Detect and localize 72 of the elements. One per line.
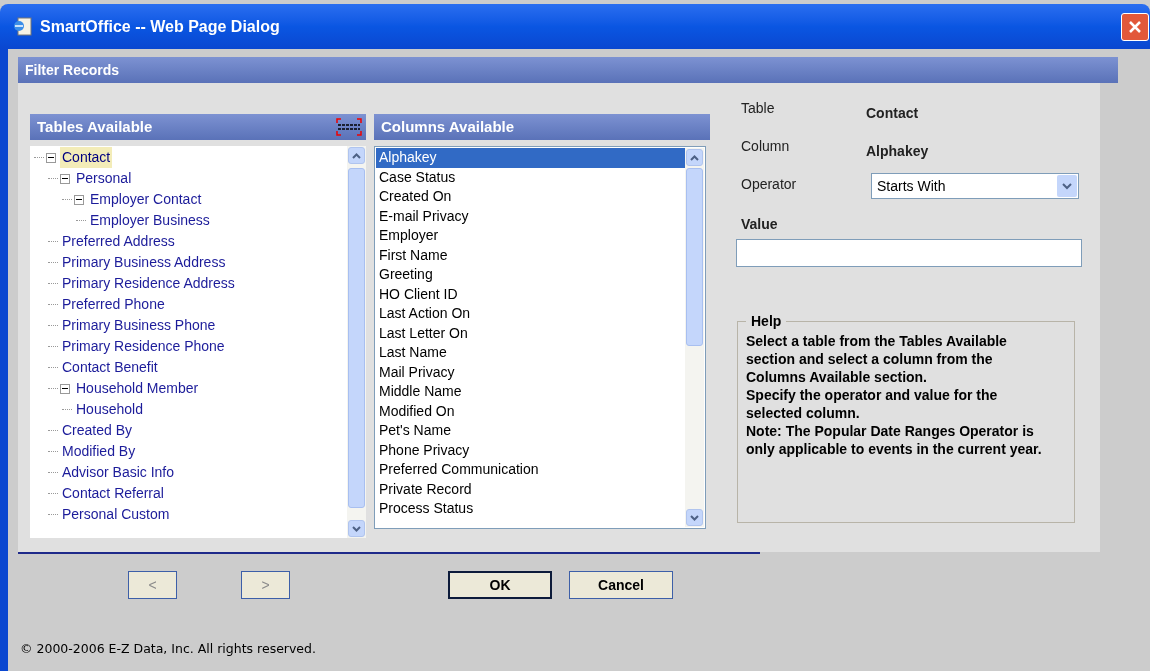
list-item[interactable]: Greeting xyxy=(376,265,685,285)
scroll-thumb[interactable] xyxy=(348,168,365,508)
list-item[interactable]: First Name xyxy=(376,245,685,265)
dialog-button[interactable]: OK xyxy=(448,571,552,599)
scroll-thumb[interactable] xyxy=(686,168,703,346)
tree-item[interactable]: Household Member xyxy=(74,378,201,399)
collapse-icon[interactable] xyxy=(60,173,70,184)
field-value: Contact xyxy=(866,104,919,123)
tree-item[interactable]: Household xyxy=(74,399,145,420)
tree-item[interactable]: Personal Custom xyxy=(60,504,172,525)
value-label: Value xyxy=(740,215,779,234)
tree-item[interactable]: Employer Business xyxy=(88,210,212,231)
list-item[interactable]: Phone Privacy xyxy=(376,440,685,460)
operator-dropdown[interactable]: Starts With xyxy=(871,173,1079,199)
tree-item[interactable]: Personal xyxy=(74,168,134,189)
list-item[interactable]: Pet's Name xyxy=(376,421,685,441)
close-icon xyxy=(1128,19,1142,34)
list-item[interactable]: Modified On xyxy=(376,401,685,421)
tree-item[interactable]: Primary Residence Phone xyxy=(60,336,227,357)
help-text: Specify the operator and value for the selected column. xyxy=(746,386,999,422)
document-icon xyxy=(12,16,34,37)
close-button[interactable] xyxy=(1121,12,1149,41)
list-item[interactable]: Case Status xyxy=(376,167,685,187)
help-title: Help xyxy=(750,312,783,331)
field-label: Column xyxy=(740,137,791,156)
panel-title: Tables Available xyxy=(37,116,153,137)
tree-item[interactable]: Modified By xyxy=(60,441,138,462)
window-title: SmartOffice -- Web Page Dialog xyxy=(40,16,280,37)
tree-item[interactable]: Employer Contact xyxy=(88,189,204,210)
tree-item[interactable]: Preferred Address xyxy=(60,231,177,252)
collapse-icon[interactable] xyxy=(74,194,84,205)
list-item[interactable]: Created On xyxy=(376,187,685,207)
tree-item[interactable]: Preferred Phone xyxy=(60,294,167,315)
scroll-down-icon[interactable] xyxy=(348,520,365,537)
tree-item[interactable]: Contact Benefit xyxy=(60,357,160,378)
help-text: Select a table from the Tables Available section and select a column from the Columns Available section. xyxy=(746,332,1008,386)
value-field[interactable] xyxy=(736,239,1082,267)
tree-item[interactable]: Contact xyxy=(60,147,113,168)
section-header: Filter Records xyxy=(18,57,1118,83)
field-label: Operator xyxy=(740,175,798,194)
tree-item[interactable]: Advisor Basic Info xyxy=(60,462,177,483)
copyright-text: © 2000-2006 E-Z Data, Inc. All rights reserved. xyxy=(20,640,317,658)
tree-item[interactable]: Created By xyxy=(60,420,135,441)
collapse-icon[interactable] xyxy=(46,152,56,163)
help-text: Note: The Popular Date Ranges Operator is only applicable to events in the current year. xyxy=(746,422,1043,458)
scrollbar[interactable] xyxy=(685,148,704,527)
scroll-up-icon[interactable] xyxy=(348,147,365,164)
list-item[interactable]: Private Record xyxy=(376,479,685,499)
list-item[interactable]: Last Action On xyxy=(376,304,685,324)
field-label: Table xyxy=(740,99,776,118)
tree-item[interactable]: Primary Residence Address xyxy=(60,273,237,294)
field-value: Alphakey xyxy=(866,142,929,161)
list-item[interactable]: Employer xyxy=(376,226,685,246)
scroll-up-icon[interactable] xyxy=(686,149,703,166)
tree-item[interactable]: Primary Business Address xyxy=(60,252,228,273)
scroll-down-icon[interactable] xyxy=(686,509,703,526)
tree-item[interactable]: Primary Business Phone xyxy=(60,315,218,336)
list-item[interactable]: Last Name xyxy=(376,343,685,363)
list-item[interactable]: HO Client ID xyxy=(376,284,685,304)
collapse-icon[interactable] xyxy=(60,383,70,394)
tree-item[interactable]: Contact Referral xyxy=(60,483,166,504)
expand-icon[interactable] xyxy=(336,118,362,136)
scrollbar[interactable] xyxy=(347,146,366,538)
panel-title: Columns Available xyxy=(381,116,515,137)
dialog-button[interactable]: Cancel xyxy=(569,571,673,599)
list-item[interactable]: Alphakey xyxy=(376,148,685,168)
list-item[interactable]: Mail Privacy xyxy=(376,362,685,382)
list-item[interactable]: Last Letter On xyxy=(376,323,685,343)
list-item[interactable]: E-mail Privacy xyxy=(376,206,685,226)
list-item[interactable]: Preferred Communication xyxy=(376,460,685,480)
list-item[interactable]: Process Status xyxy=(376,499,685,519)
list-item[interactable]: Middle Name xyxy=(376,382,685,402)
